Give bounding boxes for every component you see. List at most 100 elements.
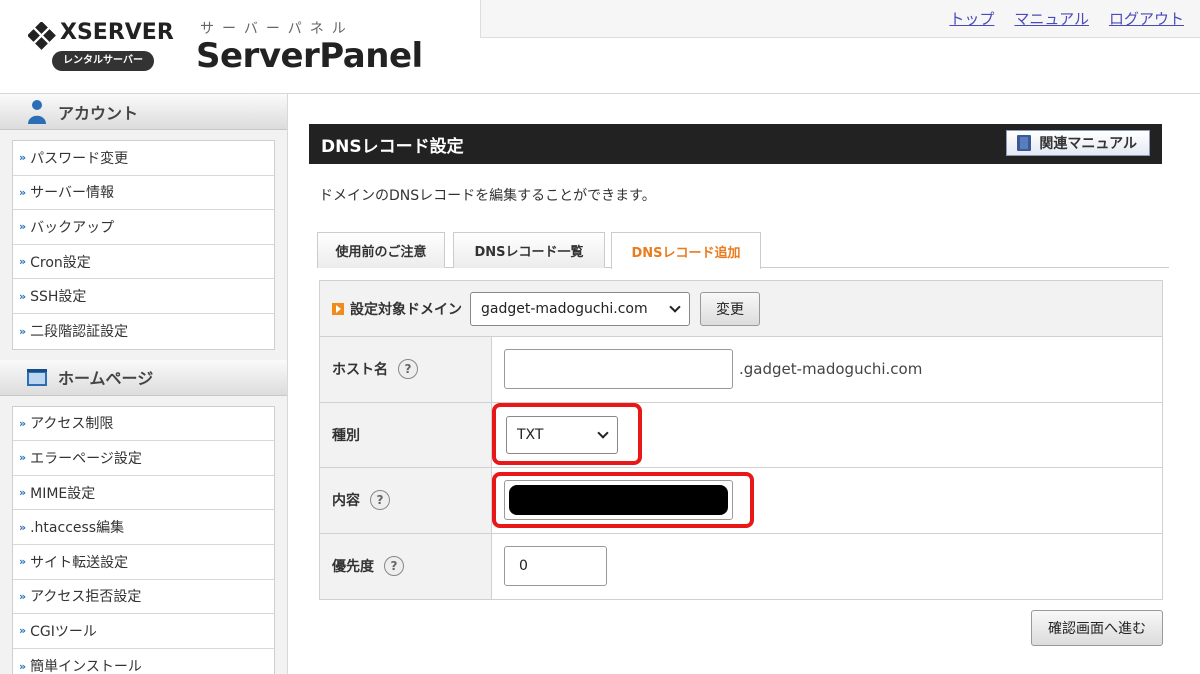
logout-link[interactable]: ログアウト (1109, 8, 1184, 29)
related-manual-label: 関連マニュアル (1039, 136, 1137, 152)
sidebar-item-2fa[interactable]: » 二段階認証設定 (13, 314, 274, 349)
type-row: 種別 TXT (320, 402, 1162, 468)
related-manual-button[interactable]: 関連マニュアル (1006, 130, 1150, 156)
sidebar-item-access-restrict[interactable]: » アクセス制限 (13, 407, 274, 442)
sidebar-item-label: Cron設定 (30, 254, 91, 271)
sidebar: アカウント » パスワード変更 » サーバー情報 » バックアップ » Cron設定 »… (0, 94, 288, 674)
arrow-icon: » (19, 555, 27, 569)
type-label: 種別 (332, 427, 360, 444)
arrow-icon: » (19, 220, 27, 234)
content-row: 内容 ? (320, 468, 1162, 534)
sidebar-item-mime[interactable]: » MIME設定 (13, 476, 274, 511)
sidebar-section-account[interactable]: アカウント (0, 94, 287, 130)
sidebar-item-label: サーバー情報 (30, 185, 114, 202)
tab-dns-list[interactable]: DNSレコード一覧 (453, 232, 605, 268)
sidebar-item-label: パスワード変更 (30, 150, 129, 167)
sidebar-item-access-deny[interactable]: » アクセス拒否設定 (13, 580, 274, 615)
manual-link[interactable]: マニュアル (1014, 8, 1089, 29)
sidebar-item-label: アクセス制限 (30, 416, 114, 433)
host-input[interactable] (504, 349, 733, 390)
arrow-icon: » (19, 151, 27, 165)
arrow-icon: » (19, 520, 27, 534)
sidebar-item-label: SSH設定 (30, 289, 87, 306)
page-description: ドメインのDNSレコードを編集することができます。 (319, 188, 656, 204)
book-icon (1017, 135, 1032, 151)
priority-label-cell: 優先度 ? (320, 533, 492, 599)
arrow-icon: » (19, 324, 27, 338)
sidebar-item-error-page[interactable]: » エラーページ設定 (13, 441, 274, 476)
sidebar-item-server-info[interactable]: » サーバー情報 (13, 176, 274, 211)
help-icon[interactable]: ? (370, 490, 390, 511)
domain-select[interactable]: gadget-madoguchi.com (470, 291, 690, 326)
sidebar-section-title: アカウント (58, 103, 139, 123)
content-label-cell: 内容 ? (320, 468, 492, 533)
sidebar-item-label: サイト転送設定 (30, 554, 129, 571)
sidebar-item-label: エラーページ設定 (30, 450, 142, 467)
chevron-down-icon (669, 300, 681, 313)
sidebar-section-title: ホームページ (58, 369, 154, 389)
tab-dns-add[interactable]: DNSレコード追加 (611, 232, 761, 269)
page-title-bar: DNSレコード設定 関連マニュアル (309, 124, 1162, 164)
sidebar-item-label: MIME設定 (30, 485, 96, 502)
tab-bar: 使用前のご注意 DNSレコード一覧 DNSレコード追加 (317, 232, 1169, 269)
content-label: 内容 (332, 493, 360, 510)
top-links: トップ マニュアル ログアウト (949, 8, 1184, 29)
arrow-icon: » (19, 255, 27, 269)
tab-precautions[interactable]: 使用前のご注意 (317, 232, 445, 268)
highlight-box (492, 472, 754, 528)
host-label-cell: ホスト名 ? (320, 337, 492, 402)
sidebar-item-cgi[interactable]: » CGIツール (13, 614, 274, 649)
arrow-icon: » (19, 624, 27, 638)
xserver-logo-icon (28, 22, 56, 50)
domain-label: 設定対象ドメイン (350, 301, 462, 318)
header: XSERVER レンタルサーバー サーバーパネル ServerPanel トップ… (0, 0, 1200, 94)
priority-input[interactable]: 0 (504, 546, 607, 587)
sidebar-item-redirect[interactable]: » サイト転送設定 (13, 545, 274, 580)
domain-select-value: gadget-madoguchi.com (481, 300, 648, 317)
sidebar-item-label: アクセス拒否設定 (30, 589, 142, 606)
logo-badge: レンタルサーバー (52, 51, 154, 71)
sidebar-item-label: .htaccess編集 (30, 520, 125, 537)
host-suffix: .gadget-madoguchi.com (739, 360, 923, 379)
account-menu: » パスワード変更 » サーバー情報 » バックアップ » Cron設定 » SSH設定 … (12, 140, 275, 350)
panel-kana: サーバーパネル (200, 21, 354, 37)
panel-name: ServerPanel (196, 36, 423, 76)
top-link[interactable]: トップ (949, 8, 994, 29)
sidebar-item-backup[interactable]: » バックアップ (13, 210, 274, 245)
type-select-cell: TXT (492, 402, 1162, 468)
sidebar-item-label: CGIツール (30, 623, 97, 640)
help-icon[interactable]: ? (384, 556, 404, 577)
arrow-icon: » (19, 486, 27, 500)
host-row: ホスト名 ? .gadget-madoguchi.com (320, 337, 1162, 403)
page-title: DNSレコード設定 (321, 136, 464, 157)
sidebar-item-easy-install[interactable]: » 簡単インストール (13, 649, 274, 674)
user-icon (28, 99, 46, 124)
change-button[interactable]: 変更 (700, 291, 760, 326)
arrow-icon: » (19, 659, 27, 673)
help-icon[interactable]: ? (398, 359, 418, 380)
host-input-cell: .gadget-madoguchi.com (492, 337, 1162, 402)
sidebar-item-password[interactable]: » パスワード変更 (13, 141, 274, 176)
priority-row: 優先度 ? 0 (320, 533, 1162, 600)
content-input-cell (492, 468, 1162, 533)
sidebar-item-label: バックアップ (30, 219, 115, 236)
domain-selector-row: 設定対象ドメイン gadget-madoguchi.com 変更 (320, 281, 1162, 337)
sidebar-item-htaccess[interactable]: » .htaccess編集 (13, 510, 274, 545)
highlight-box (492, 402, 642, 465)
main-content: DNSレコード設定 関連マニュアル ドメインのDNSレコードを編集することができ… (289, 94, 1200, 674)
homepage-icon (27, 369, 47, 387)
arrow-icon: » (19, 589, 27, 603)
arrow-icon: » (19, 185, 27, 199)
arrow-icon: » (19, 289, 27, 303)
arrow-icon: » (19, 416, 27, 430)
priority-label: 優先度 (332, 559, 374, 576)
host-label: ホスト名 (332, 362, 388, 379)
confirm-button[interactable]: 確認画面へ進む (1031, 610, 1163, 646)
sidebar-item-ssh[interactable]: » SSH設定 (13, 279, 274, 314)
sidebar-item-cron[interactable]: » Cron設定 (13, 245, 274, 280)
play-icon (332, 302, 344, 315)
priority-input-cell: 0 (492, 534, 1162, 600)
sidebar-section-homepage[interactable]: ホームページ (0, 359, 287, 396)
type-label-cell: 種別 (320, 402, 492, 467)
arrow-icon: » (19, 451, 27, 465)
